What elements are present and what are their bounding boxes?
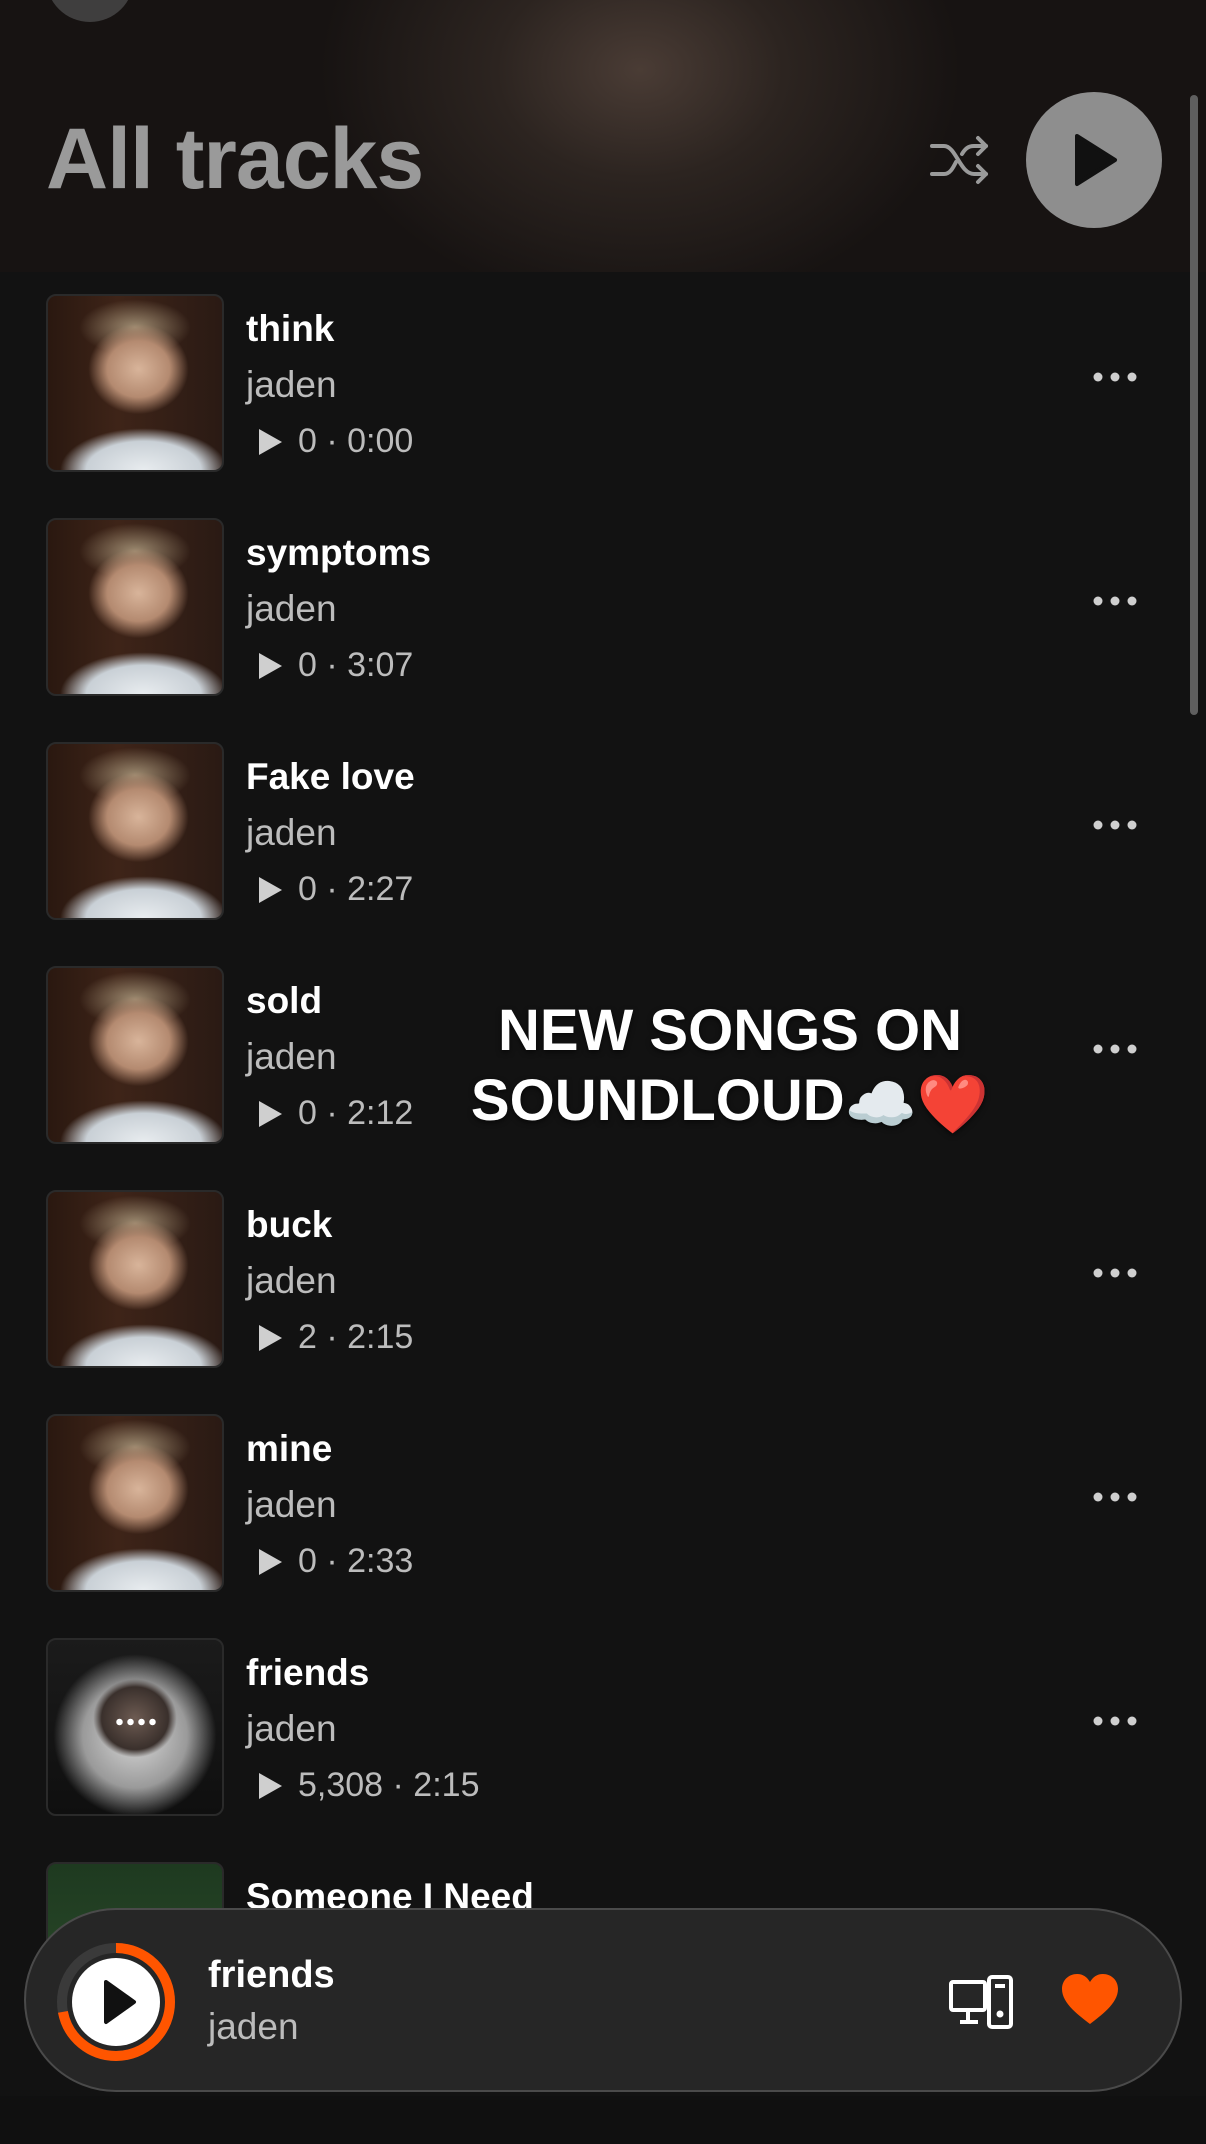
mini-player[interactable]: friends jaden [24, 1908, 1182, 2092]
track-artwork [46, 294, 224, 472]
track-artwork [46, 1190, 224, 1368]
track-plays-duration: 0 · 2:33 [298, 1542, 414, 1580]
mini-play-button[interactable] [56, 1942, 176, 2062]
bottom-navigation [0, 2096, 1206, 2144]
page-title: All tracks [46, 111, 424, 207]
cast-device-icon[interactable] [948, 1974, 1014, 2030]
more-options-icon[interactable] [1092, 592, 1138, 610]
overlay-caption: NEW SONGS ON SOUNDLOUD☁️❤️ [430, 996, 1030, 1140]
track-artwork [46, 966, 224, 1144]
track-row-5[interactable]: buck jaden 2 · 2:15 [0, 1168, 1206, 1392]
track-stats: 0 · 3:07 [256, 646, 413, 685]
track-stats: 5,308 · 2:15 [256, 1766, 479, 1805]
track-plays-duration: 5,308 · 2:15 [298, 1766, 480, 1804]
track-artist: jaden [246, 812, 337, 853]
track-artist: jaden [246, 588, 337, 629]
track-plays-duration: 0 · 2:27 [298, 870, 414, 908]
more-options-icon[interactable] [1092, 1712, 1138, 1730]
track-title: friends [246, 1652, 370, 1693]
cloud-heart-emoji: ☁️❤️ [844, 1071, 990, 1137]
more-options-icon[interactable] [1092, 816, 1138, 834]
track-list: think jaden 0 · 0:00 symptoms jaden 0 · … [0, 272, 1206, 2064]
track-stats: 0 · 2:12 [256, 1094, 413, 1133]
track-title: sold [246, 980, 323, 1021]
track-row-3[interactable]: Fake love jaden 0 · 2:27 [0, 720, 1206, 944]
track-row-1[interactable]: think jaden 0 · 0:00 [0, 272, 1206, 496]
more-options-icon[interactable] [1092, 1040, 1138, 1058]
track-plays-duration: 0 · 2:12 [298, 1094, 414, 1132]
play-count-icon [259, 1548, 282, 1575]
track-stats: 2 · 2:15 [256, 1318, 413, 1357]
track-title: Fake love [246, 756, 415, 797]
track-stats: 0 · 2:33 [256, 1542, 413, 1581]
track-title: buck [246, 1204, 333, 1245]
more-options-icon[interactable] [1092, 368, 1138, 386]
track-row-6[interactable]: mine jaden 0 · 2:33 [0, 1392, 1206, 1616]
track-plays-duration: 0 · 0:00 [298, 422, 414, 460]
track-plays-duration: 0 · 3:07 [298, 646, 414, 684]
play-count-icon [259, 652, 282, 679]
track-artwork [46, 1414, 224, 1592]
track-artwork [46, 742, 224, 920]
back-button[interactable] [46, 0, 134, 22]
heart-icon[interactable] [1060, 1972, 1120, 2028]
shuffle-icon [930, 136, 988, 184]
track-artist: jaden [246, 1036, 337, 1077]
track-stats: 0 · 0:00 [256, 422, 413, 461]
track-artist: jaden [246, 364, 337, 405]
play-count-icon [259, 428, 282, 455]
mini-player-title: friends [208, 1954, 335, 1996]
overlay-line-1: NEW SONGS ON [497, 998, 963, 1063]
track-artist: jaden [246, 1260, 337, 1301]
shuffle-button[interactable] [928, 130, 992, 190]
mini-player-artist: jaden [208, 2006, 299, 2047]
track-artwork [46, 518, 224, 696]
track-artwork [46, 1638, 224, 1816]
more-options-icon[interactable] [1092, 1264, 1138, 1282]
now-playing-indicator [114, 1718, 158, 1726]
overlay-line-2: SOUNDLOUD [470, 1068, 845, 1133]
track-title: mine [246, 1428, 333, 1469]
play-count-icon [259, 1324, 282, 1351]
track-title: symptoms [246, 532, 432, 573]
play-all-button[interactable] [1026, 92, 1162, 228]
track-row-2[interactable]: symptoms jaden 0 · 3:07 [0, 496, 1206, 720]
track-artist: jaden [246, 1484, 337, 1525]
play-count-icon [259, 876, 282, 903]
play-count-icon [259, 1100, 282, 1127]
playlist-header: All tracks [0, 0, 1206, 272]
track-plays-duration: 2 · 2:15 [298, 1318, 414, 1356]
track-row-7[interactable]: friends jaden 5,308 · 2:15 [0, 1616, 1206, 1840]
track-title: think [246, 308, 335, 349]
play-count-icon [259, 1772, 282, 1799]
play-icon [1075, 134, 1117, 186]
track-artist: jaden [246, 1708, 337, 1749]
more-options-icon[interactable] [1092, 1488, 1138, 1506]
track-stats: 0 · 2:27 [256, 870, 413, 909]
